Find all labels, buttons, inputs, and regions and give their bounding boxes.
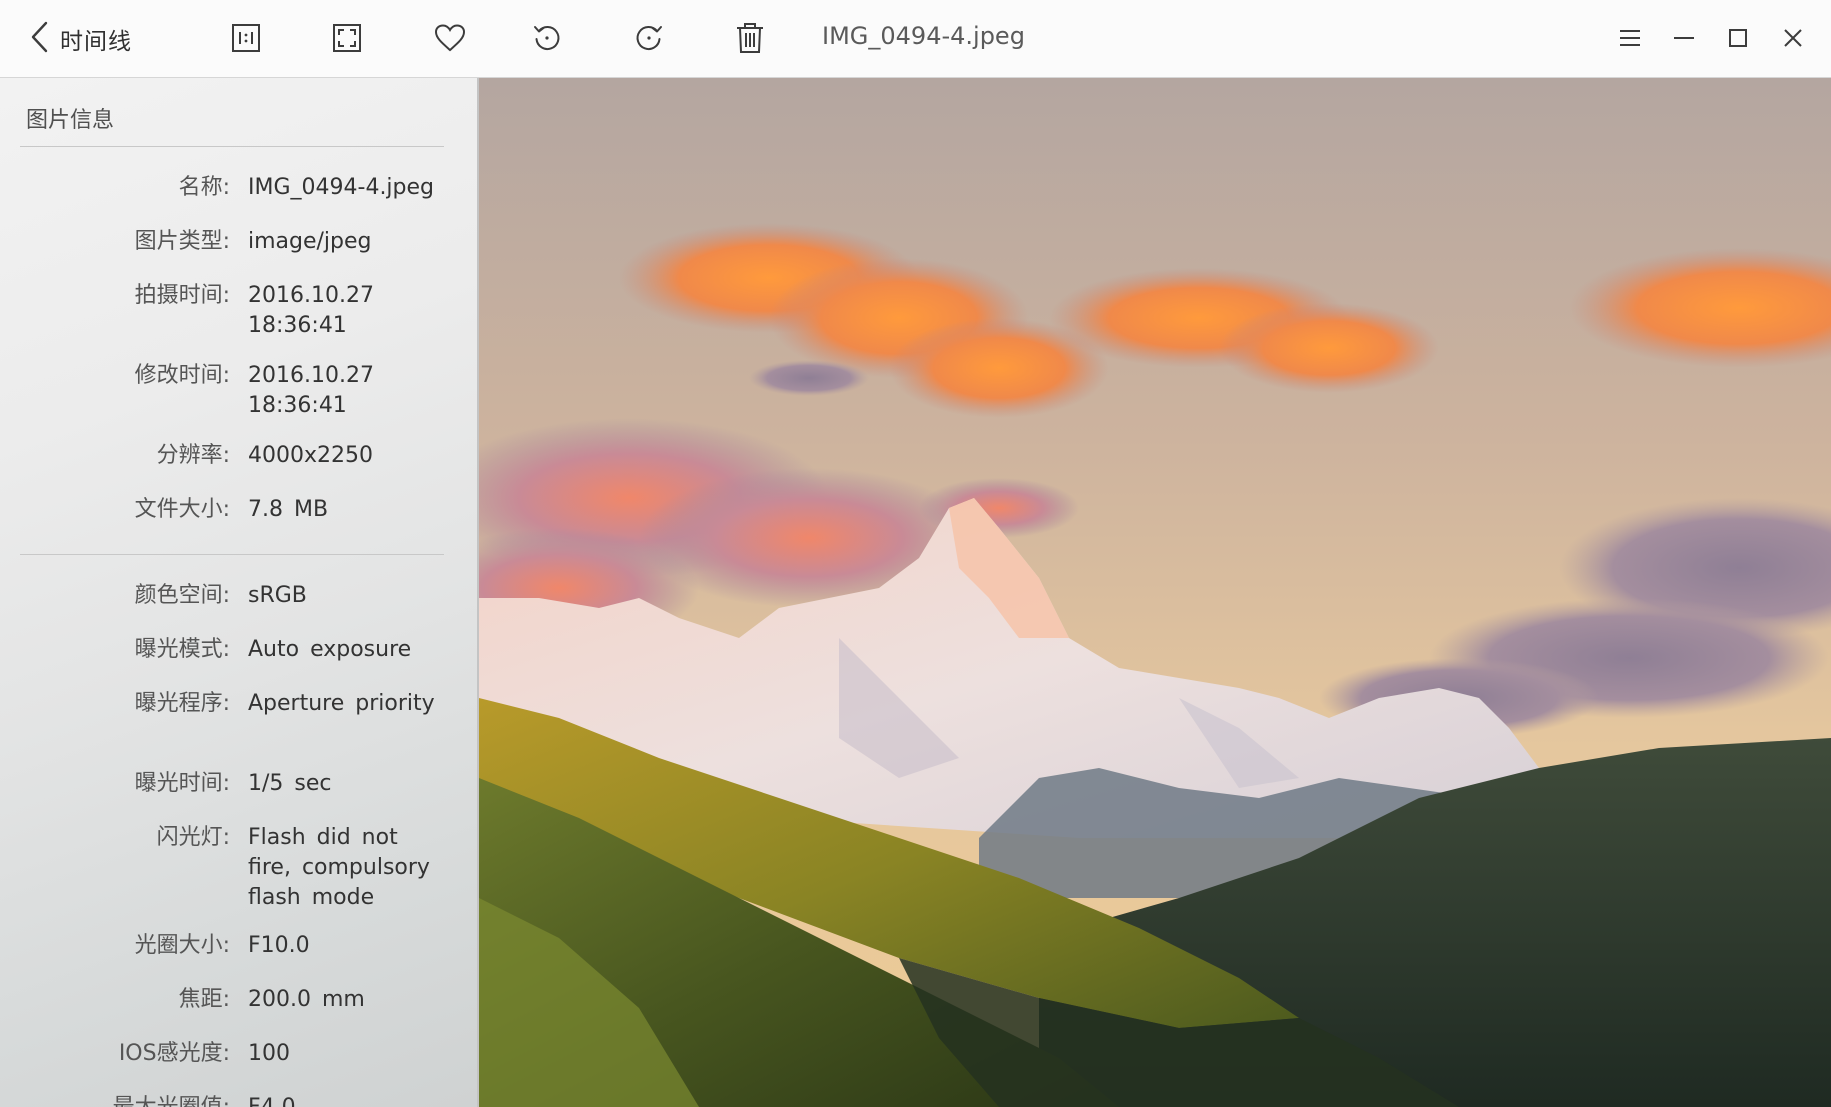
info-value: 4000x2250 [248, 443, 373, 468]
info-value: 2016.10.27 18:36:41 [248, 363, 374, 418]
info-value: Aperture priority [248, 691, 435, 716]
info-label: 焦距: [178, 987, 230, 1012]
divider-exif [20, 554, 444, 555]
title-bar: 时间线 IMG_0494-4.jpeg [0, 0, 1831, 78]
info-value: IMG_0494-4.jpeg [248, 175, 435, 200]
divider-top [20, 146, 444, 147]
info-label: 曝光程序: [134, 691, 230, 716]
rotate-left-button[interactable] [521, 12, 573, 64]
back-to-timeline-button[interactable]: 时间线 [30, 14, 132, 64]
info-label: 光圈大小: [134, 933, 230, 958]
back-button-label: 时间线 [60, 29, 132, 55]
info-value: 7.8 MB [248, 497, 329, 522]
info-label: 图片类型: [134, 229, 230, 254]
fullscreen-icon [332, 23, 362, 53]
close-icon [1781, 27, 1805, 49]
info-value: 2016.10.27 18:36:41 [248, 283, 374, 338]
info-value: image/jpeg [248, 229, 372, 254]
actual-size-button[interactable] [220, 12, 272, 64]
info-label: 分辨率: [156, 443, 230, 468]
rotate-left-icon [532, 23, 562, 53]
maximize-button[interactable] [1712, 12, 1764, 64]
info-value: 1/5 sec [248, 771, 332, 796]
info-label: 曝光时间: [134, 771, 230, 796]
heart-icon [433, 23, 467, 53]
rotate-right-button[interactable] [623, 12, 675, 64]
info-value: Auto exposure [248, 637, 412, 662]
rotate-right-icon [634, 23, 664, 53]
minimize-button[interactable] [1658, 12, 1710, 64]
maximize-icon [1726, 27, 1750, 49]
image-info-panel: 图片信息 名称: IMG_0494-4.jpeg 图片类型: image/jpe… [0, 78, 479, 1107]
favorite-button[interactable] [424, 12, 476, 64]
info-label: 修改时间: [134, 363, 230, 388]
fullscreen-button[interactable] [321, 12, 373, 64]
info-value: F4.0 [248, 1093, 448, 1107]
info-label: 文件大小: [134, 497, 230, 522]
delete-button[interactable] [724, 12, 776, 64]
image-viewport[interactable] [479, 78, 1831, 1107]
info-label: 颜色空间: [134, 583, 230, 608]
info-label: 闪光灯: [156, 825, 230, 850]
info-value: 100 [248, 1041, 290, 1066]
main-menu-button[interactable] [1604, 12, 1656, 64]
close-button[interactable] [1767, 12, 1819, 64]
minimize-icon [1672, 27, 1696, 49]
actual-size-icon [231, 23, 261, 53]
mountain-landscape-photo [479, 78, 1831, 1107]
info-value: F10.0 [248, 933, 310, 958]
info-label: 名称: [178, 175, 230, 200]
image-viewer-window: 时间线 IMG_0494-4.jpeg 图片信息 名称: IMG_0494-4.… [0, 0, 1831, 1107]
panel-title: 图片信息 [26, 108, 115, 133]
trash-icon [735, 22, 765, 54]
info-label: IOS感光度: [118, 1041, 230, 1066]
info-label: 拍摄时间: [134, 283, 230, 308]
info-value: 200.0 mm [248, 987, 365, 1012]
chevron-left-icon [30, 20, 50, 58]
info-value: sRGB [248, 583, 307, 608]
window-title-filename: IMG_0494-4.jpeg [822, 22, 1025, 50]
info-label: 曝光模式: [134, 637, 230, 662]
menu-icon [1618, 27, 1642, 49]
info-value: Flash did not fire, compulsory flash mod… [248, 825, 430, 910]
info-label: 最大光圈值: [113, 1093, 230, 1107]
